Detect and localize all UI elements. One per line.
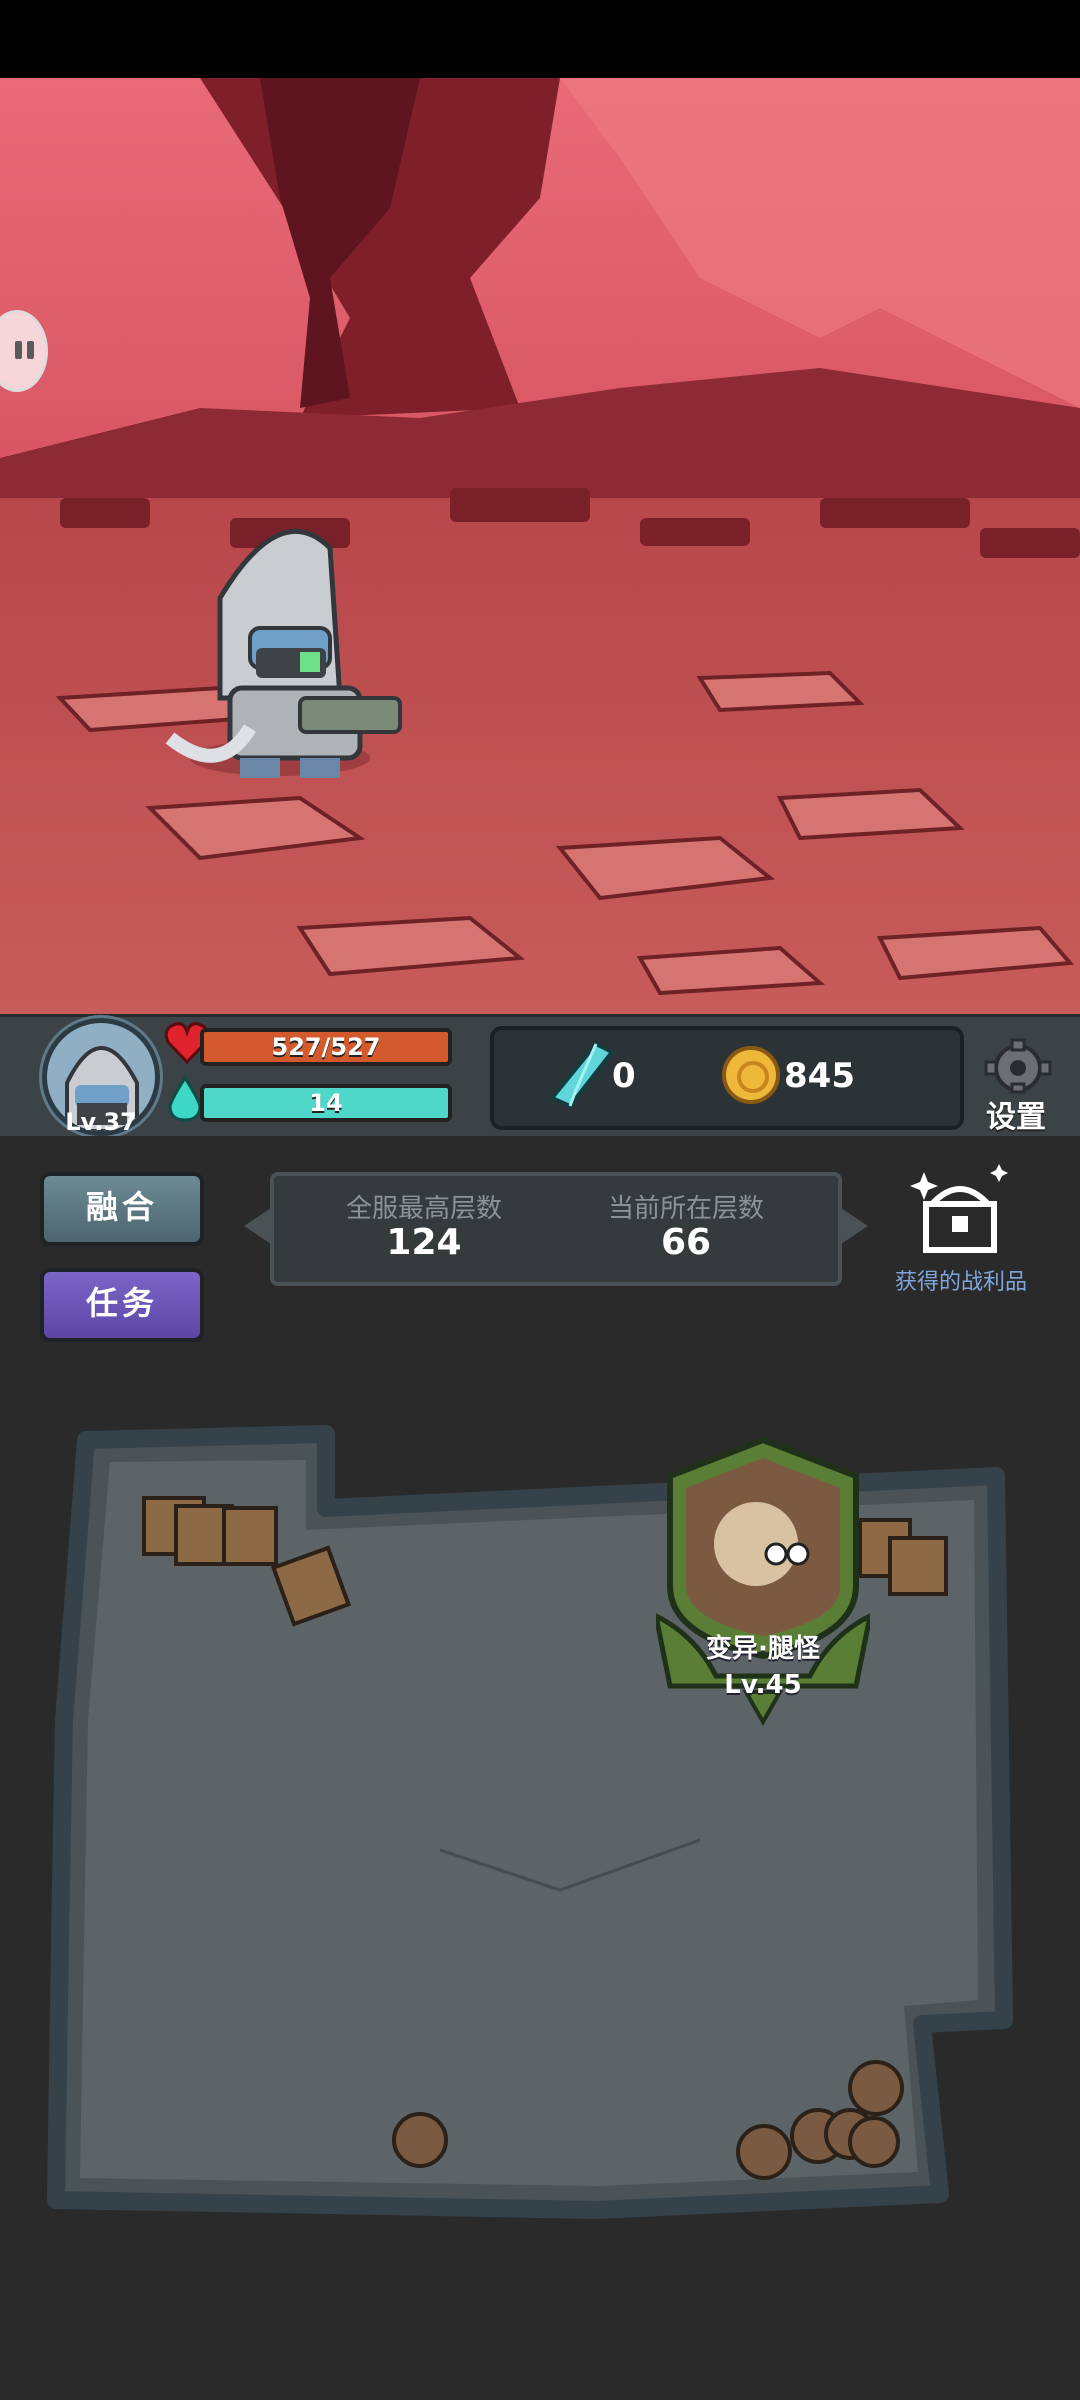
gear-icon[interactable]: [980, 1038, 1056, 1094]
server-best-value: 124: [386, 1222, 462, 1263]
mp-bar: 14: [200, 1084, 452, 1122]
monster-name: 变异·腿怪: [706, 1634, 820, 1664]
mp-value: 14: [309, 1089, 343, 1117]
status-bar: [0, 0, 1080, 78]
gem-icon: [548, 1041, 616, 1109]
gem-count: 0: [612, 1056, 636, 1096]
task-button[interactable]: 任务: [40, 1268, 204, 1342]
loot-label[interactable]: 获得的战利品: [882, 1264, 1040, 1296]
battle-scene: [0, 78, 1080, 1014]
hp-bar: 527/527: [200, 1028, 452, 1066]
loot-chest-icon[interactable]: [906, 1164, 1016, 1258]
mana-drop-icon: [168, 1076, 202, 1122]
player-level: Lv.37: [65, 1108, 137, 1136]
server-best-label: 全服最高层数: [345, 1194, 502, 1224]
coin-count: 845: [784, 1056, 855, 1096]
dungeon-room-map: [47, 1425, 1013, 2219]
settings-label[interactable]: 设置: [986, 1092, 1046, 1136]
current-floor-label: 当前所在层数: [607, 1194, 764, 1224]
current-floor-value: 66: [660, 1222, 712, 1263]
coin-icon: [722, 1046, 780, 1104]
fuse-button[interactable]: 融合: [40, 1172, 204, 1246]
monster-level: Lv.45: [724, 1670, 802, 1700]
hp-value: 527/527: [271, 1033, 381, 1061]
